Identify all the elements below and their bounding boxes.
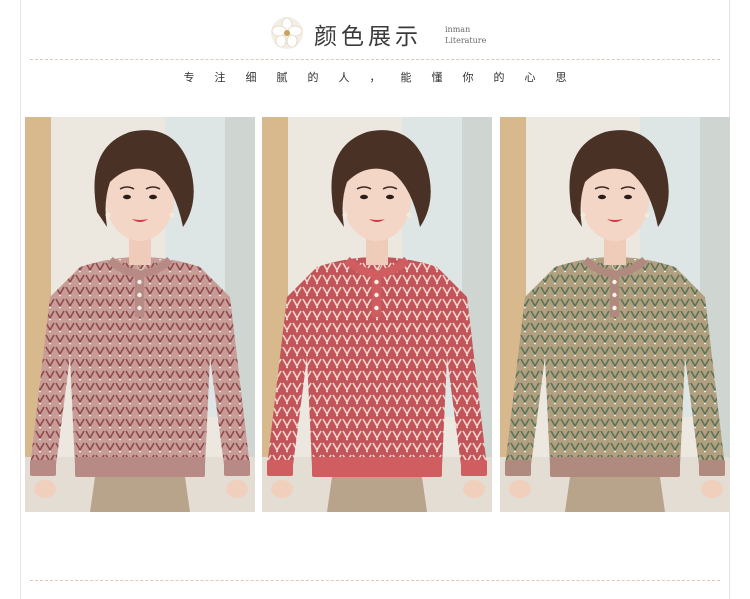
left-eye [598,194,606,200]
right-earring [644,212,650,218]
left-earring [105,212,111,218]
left-cuff [505,460,531,476]
product-photo-3 [500,117,730,512]
sweater-hem [75,457,205,477]
button-3 [612,305,617,311]
brand-subtitle: inman Literature [445,24,486,46]
trousers [90,477,190,512]
right-cuff [699,460,725,476]
left-earring [580,212,586,218]
trousers [327,477,427,512]
button-2 [137,292,142,298]
right-hand [226,480,248,498]
left-hand [509,480,531,498]
bottom-divider [30,580,720,581]
brand-subtitle-line1: inman [445,25,471,34]
sweater-hem [550,457,680,477]
left-hand [34,480,56,498]
button-1 [374,279,379,285]
button-1 [612,279,617,285]
button-3 [137,305,142,311]
section-header: 颜色展示 inman Literature [0,14,750,54]
trousers [565,477,665,512]
button-2 [612,292,617,298]
sweater-hem [312,457,442,477]
right-eye [149,194,157,200]
left-frame-line [20,0,21,599]
right-cuff [224,460,250,476]
product-photo-1 [25,117,255,512]
right-hand [463,480,485,498]
button-3 [374,305,379,311]
flower-icon [271,17,303,49]
right-earring [406,212,412,218]
right-hand [701,480,723,498]
top-divider [30,59,720,60]
right-eye [386,194,394,200]
left-eye [360,194,368,200]
button-2 [374,292,379,298]
page-title: 颜色展示 [314,24,422,50]
left-cuff [267,460,293,476]
left-eye [123,194,131,200]
left-cuff [30,460,56,476]
brand-subtitle-line2: Literature [445,36,487,45]
button-1 [137,279,142,285]
slogan-text: 专注细腻的人，能懂你的心思 [183,71,587,84]
left-hand [271,480,293,498]
left-earring [342,212,348,218]
right-eye [624,194,632,200]
product-photo-2 [262,117,492,512]
right-cuff [461,460,487,476]
right-earring [169,212,175,218]
